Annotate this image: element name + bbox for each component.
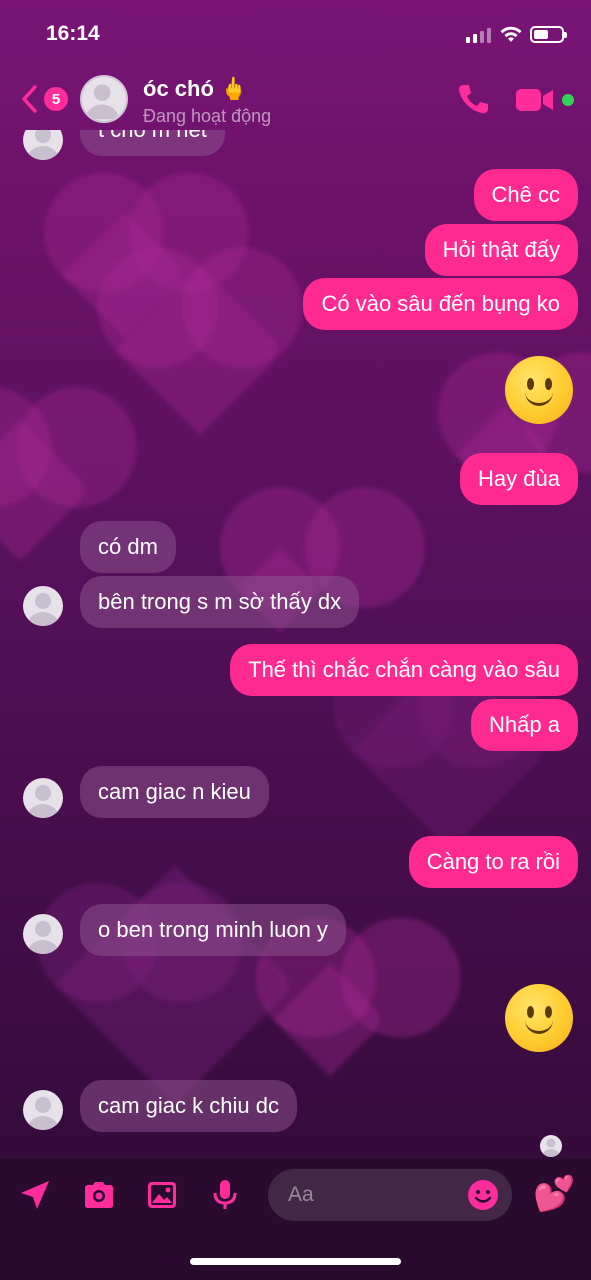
contact-name[interactable]: óc chó 🖕 xyxy=(143,76,247,102)
outgoing-message[interactable]: Hay đùa xyxy=(460,453,578,505)
battery-icon xyxy=(530,26,567,43)
avatar-placeholder-icon xyxy=(27,785,59,818)
presence-status: Đang hoạt động xyxy=(143,106,272,126)
message-list[interactable]: t cho m hết Chê cc Hỏi thật đấy Có vào s… xyxy=(0,130,591,1158)
location-icon[interactable] xyxy=(18,1178,52,1212)
incoming-message[interactable]: o ben trong minh luon y xyxy=(80,904,346,956)
home-indicator xyxy=(190,1258,401,1265)
smile-emoji-message[interactable] xyxy=(505,984,573,1052)
smile-emoji-message[interactable] xyxy=(505,356,573,424)
outgoing-message[interactable]: Hỏi thật đấy xyxy=(424,224,578,276)
outgoing-message[interactable]: Càng to ra rồi xyxy=(408,836,578,888)
online-indicator xyxy=(562,94,574,106)
message-input-container[interactable] xyxy=(268,1169,512,1221)
outgoing-message[interactable]: Có vào sâu đến bụng ko xyxy=(303,278,578,330)
avatar-placeholder-icon xyxy=(85,84,119,120)
outgoing-message[interactable]: Chê cc xyxy=(473,169,578,221)
back-chevron-icon xyxy=(22,85,37,113)
status-time: 16:14 xyxy=(46,22,100,45)
sender-avatar[interactable] xyxy=(23,778,63,818)
sender-avatar[interactable] xyxy=(23,914,63,954)
status-bar: 16:14 xyxy=(0,0,591,70)
wifi-icon xyxy=(500,26,522,42)
back-button[interactable]: 5 xyxy=(18,82,68,116)
outgoing-message[interactable]: Nhấp a xyxy=(471,699,578,751)
incoming-message[interactable]: cam giac n kieu xyxy=(80,766,269,818)
avatar-placeholder-icon xyxy=(27,593,59,626)
emoji-icon[interactable] xyxy=(466,1178,500,1212)
sender-avatar[interactable] xyxy=(23,586,63,626)
message-input[interactable] xyxy=(288,1179,458,1211)
phone-icon[interactable] xyxy=(456,82,490,116)
seen-receipt-avatar xyxy=(540,1135,562,1157)
contact-avatar[interactable] xyxy=(80,75,128,123)
incoming-message[interactable]: t cho m hết xyxy=(80,130,225,156)
unread-badge: 5 xyxy=(44,87,68,111)
cellular-signal-icon xyxy=(466,28,491,43)
camera-icon[interactable] xyxy=(82,1178,116,1212)
message-composer: 💕 xyxy=(0,1158,591,1280)
sender-avatar[interactable] xyxy=(23,130,63,160)
video-icon[interactable] xyxy=(515,86,555,114)
incoming-message[interactable]: bên trong s m sờ thấy dx xyxy=(80,576,360,628)
quick-reaction-button[interactable]: 💕 xyxy=(533,1174,575,1214)
avatar-placeholder-icon xyxy=(27,130,59,160)
incoming-message[interactable]: cam giac k chiu dc xyxy=(80,1080,297,1132)
incoming-message[interactable]: có dm xyxy=(80,521,176,573)
sender-avatar[interactable] xyxy=(23,1090,63,1130)
avatar-placeholder-icon xyxy=(27,921,59,954)
gallery-icon[interactable] xyxy=(145,1178,179,1212)
chat-header: 5 óc chó 🖕 Đang hoạt động xyxy=(0,70,591,130)
microphone-icon[interactable] xyxy=(208,1178,242,1212)
outgoing-message[interactable]: Thế thì chắc chắn càng vào sâu xyxy=(230,644,578,696)
avatar-placeholder-icon xyxy=(27,1097,59,1130)
